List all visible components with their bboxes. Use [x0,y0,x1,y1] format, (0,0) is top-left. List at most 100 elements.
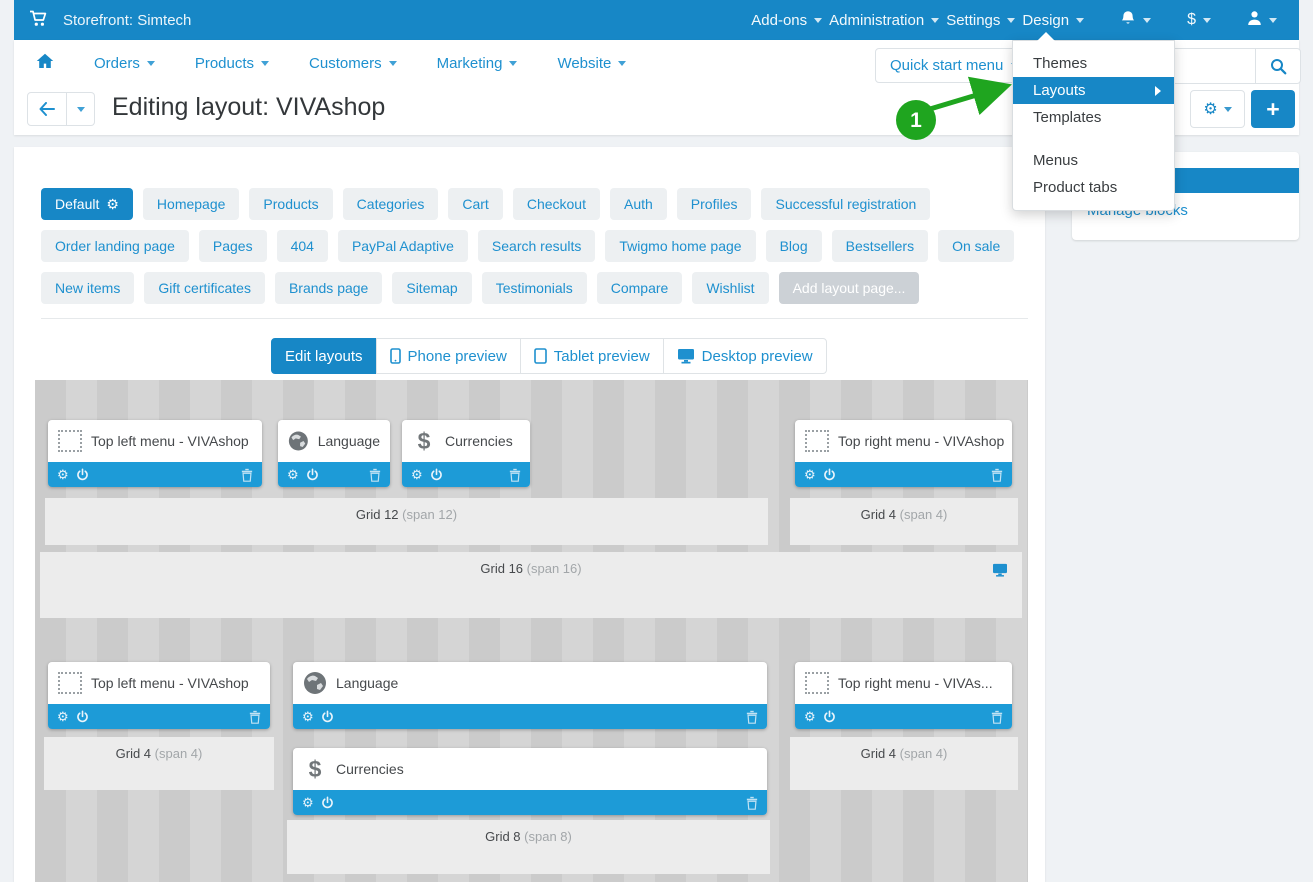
grid-container-4[interactable]: Grid 4 (span 4) [44,737,274,790]
layout-page-tab[interactable]: Compare [597,272,683,304]
layout-page-tab[interactable]: Testimonials [482,272,587,304]
block-settings-icon[interactable]: ⚙ [57,709,69,725]
grid-container-12[interactable]: Grid 12 (span 12) [45,498,768,545]
trash-icon[interactable] [241,468,253,482]
menu-block-icon [805,672,829,694]
power-icon[interactable] [823,468,836,482]
settings-dropdown-button[interactable]: ⚙ [1190,90,1245,128]
search-button[interactable] [1255,49,1300,83]
block-currencies[interactable]: $Currencies ⚙ [402,420,530,487]
block-settings-icon[interactable]: ⚙ [302,795,314,811]
layout-page-tab[interactable]: Cart [448,188,502,220]
admin-nav-item[interactable]: Website [557,55,626,72]
trash-icon[interactable] [746,796,758,810]
grid-container-4[interactable]: Grid 4 (span 4) [790,737,1018,790]
grid-container-4[interactable]: Grid 4 (span 4) [790,498,1018,545]
admin-nav-item[interactable]: Orders [94,55,155,72]
back-dropdown-button[interactable] [67,92,95,126]
desktop-icon [677,348,695,364]
admin-nav-item[interactable]: Products [195,55,269,72]
layout-page-tab[interactable]: Wishlist [692,272,768,304]
top-menu-item[interactable]: Administration [829,12,939,29]
menu-item-templates[interactable]: Templates [1013,104,1174,131]
top-menu-item[interactable]: Add-ons [751,12,822,29]
trash-icon[interactable] [249,710,261,724]
power-icon[interactable] [76,710,89,724]
block-language[interactable]: Language ⚙ [278,420,390,487]
block-settings-icon[interactable]: ⚙ [804,709,816,725]
add-button[interactable]: + [1251,90,1295,128]
quick-start-menu-button[interactable]: Quick start menu [875,48,1034,83]
desktop-visibility-icon[interactable] [992,563,1008,580]
layout-page-tab[interactable]: Order landing page [41,230,189,262]
menu-item-themes[interactable]: Themes [1013,50,1174,77]
power-icon[interactable] [321,796,334,810]
block-settings-icon[interactable]: ⚙ [302,709,314,725]
tab-default[interactable]: Default ⚙ [41,188,133,220]
menu-item-menus[interactable]: Menus [1013,147,1174,174]
block-top-right-menu[interactable]: Top right menu - VIVAshop ⚙ [795,420,1012,487]
block-top-left-menu[interactable]: Top left menu - VIVAshop ⚙ [48,420,262,487]
layout-page-tab[interactable]: Sitemap [392,272,471,304]
layout-page-tab[interactable]: Profiles [677,188,752,220]
layout-page-tab[interactable]: Products [249,188,332,220]
menu-item-product-tabs[interactable]: Product tabs [1013,174,1174,201]
layout-page-tab[interactable]: Pages [199,230,267,262]
block-currencies[interactable]: $Currencies ⚙ [293,748,767,815]
user-menu[interactable] [1247,10,1277,30]
trash-icon[interactable] [746,710,758,724]
layout-page-tab[interactable]: Gift certificates [144,272,265,304]
currency-menu[interactable]: $ [1187,11,1211,29]
chevron-down-icon [147,61,155,66]
notifications-menu[interactable] [1120,10,1151,31]
tab-phone-preview[interactable]: Phone preview [376,338,521,374]
menu-item-layouts[interactable]: Layouts [1013,77,1174,104]
power-icon[interactable] [321,710,334,724]
grid-container-8[interactable]: Grid 8 (span 8) [287,820,770,874]
block-top-right-menu[interactable]: Top right menu - VIVAs... ⚙ [795,662,1012,729]
power-icon[interactable] [76,468,89,482]
back-button[interactable] [27,92,67,126]
block-toolbar: ⚙ [278,462,390,487]
trash-icon[interactable] [991,710,1003,724]
top-menu-item[interactable]: Settings [946,12,1015,29]
tab-edit-layouts[interactable]: Edit layouts [271,338,377,374]
block-top-left-menu[interactable]: Top left menu - VIVAshop ⚙ [48,662,270,729]
layout-page-tab[interactable]: Categories [343,188,439,220]
layout-page-tab[interactable]: Homepage [143,188,240,220]
layout-page-tab[interactable]: On sale [938,230,1014,262]
grid-container-16[interactable]: Grid 16 (span 16) [40,552,1022,618]
trash-icon[interactable] [509,468,521,482]
tab-tablet-preview[interactable]: Tablet preview [520,338,664,374]
chevron-down-icon [1203,18,1211,23]
preview-tabs: Edit layouts Phone preview Tablet previe… [271,338,827,374]
layout-page-tab[interactable]: Bestsellers [832,230,928,262]
layout-page-tab[interactable]: PayPal Adaptive [338,230,468,262]
layout-page-tab[interactable]: Brands page [275,272,382,304]
block-settings-icon[interactable]: ⚙ [804,467,816,483]
layout-page-tab[interactable]: Search results [478,230,595,262]
trash-icon[interactable] [369,468,381,482]
storefront-switcher[interactable]: Storefront: Simtech [29,10,191,31]
admin-nav-item[interactable]: Marketing [437,55,518,72]
layout-page-tab[interactable]: Auth [610,188,667,220]
block-settings-icon[interactable]: ⚙ [411,467,423,483]
tab-desktop-preview[interactable]: Desktop preview [663,338,827,374]
layout-page-tab[interactable]: New items [41,272,134,304]
admin-nav-item[interactable]: Customers [309,55,397,72]
block-settings-icon[interactable]: ⚙ [57,467,69,483]
layout-page-tab[interactable]: Checkout [513,188,600,220]
power-icon[interactable] [430,468,443,482]
block-settings-icon[interactable]: ⚙ [287,467,299,483]
layout-page-tab[interactable]: 404 [277,230,328,262]
power-icon[interactable] [823,710,836,724]
power-icon[interactable] [306,468,319,482]
layout-page-tab[interactable]: Successful registration [761,188,930,220]
trash-icon[interactable] [991,468,1003,482]
add-layout-page-button[interactable]: Add layout page... [779,272,920,304]
layout-page-tab[interactable]: Twigmo home page [605,230,755,262]
home-icon[interactable] [36,53,54,73]
top-menu-item[interactable]: Design [1022,12,1084,29]
layout-page-tab[interactable]: Blog [766,230,822,262]
block-language[interactable]: Language ⚙ [293,662,767,729]
